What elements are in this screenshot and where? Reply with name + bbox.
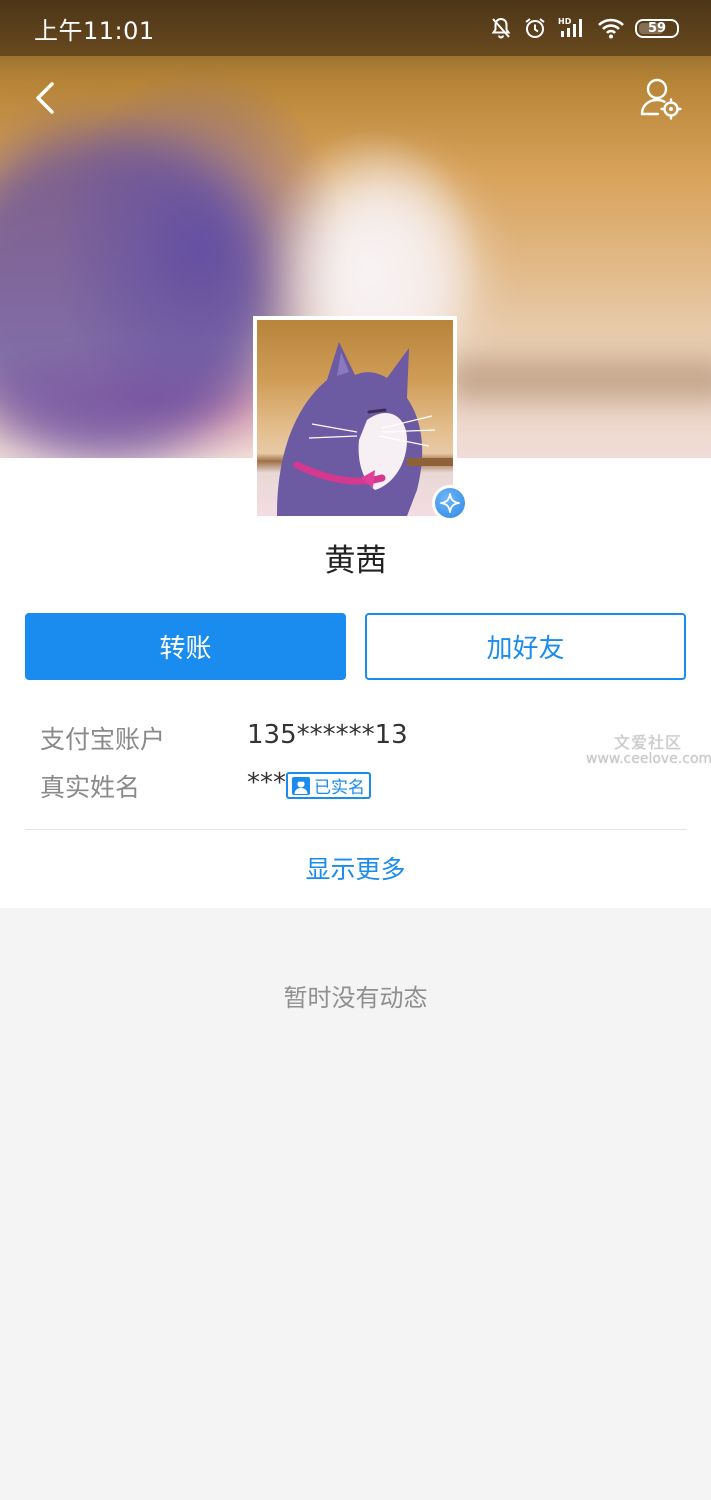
status-icons: HD 59 (489, 16, 679, 40)
wifi-icon (597, 16, 625, 40)
status-time: 上午11:01 (34, 16, 155, 45)
profile-settings-button[interactable] (638, 76, 684, 122)
profile-card (0, 458, 711, 908)
hd-signal-icon: HD (557, 16, 587, 40)
avatar[interactable] (253, 316, 457, 520)
user-settings-icon (640, 78, 682, 120)
hd-label: HD (558, 17, 572, 26)
chevron-left-icon (36, 82, 54, 114)
cover-blur-shape (450, 360, 711, 400)
add-friend-button[interactable]: 加好友 (365, 613, 686, 680)
realname-value: *** (247, 768, 286, 798)
avatar-image (257, 320, 453, 516)
verified-label: 已实名 (314, 778, 365, 798)
cover-blur-shape (0, 130, 270, 458)
mute-icon (489, 16, 513, 40)
watermark-title: 文爱社区 (613, 733, 682, 752)
verified-person-icon (292, 776, 310, 795)
vip-badge (432, 485, 468, 521)
transfer-button[interactable]: 转账 (25, 613, 346, 680)
verified-badge: 已实名 (286, 772, 371, 799)
battery-icon: 59 (635, 18, 679, 38)
divider (25, 829, 686, 830)
account-label: 支付宝账户 (40, 725, 166, 754)
status-bar: 上午11:01 HD 59 (0, 0, 711, 56)
realname-label: 真实姓名 (40, 773, 141, 802)
transfer-button-label: 转账 (159, 634, 212, 664)
empty-feed-message: 暂时没有动态 (283, 984, 428, 1012)
show-more-link[interactable]: 显示更多 (0, 850, 711, 886)
vip-star-icon (440, 493, 460, 513)
back-button[interactable] (26, 78, 66, 118)
add-friend-button-label: 加好友 (486, 634, 565, 664)
battery-level: 59 (647, 20, 667, 36)
cat-illustration (277, 342, 453, 516)
watermark-url: www.ceelove.com (586, 751, 711, 767)
alarm-icon (523, 16, 547, 40)
watermark: 文爱社区 www.ceelove.com (586, 733, 711, 768)
user-name: 黄茜 (324, 543, 387, 579)
account-value: 135******13 (247, 720, 408, 750)
